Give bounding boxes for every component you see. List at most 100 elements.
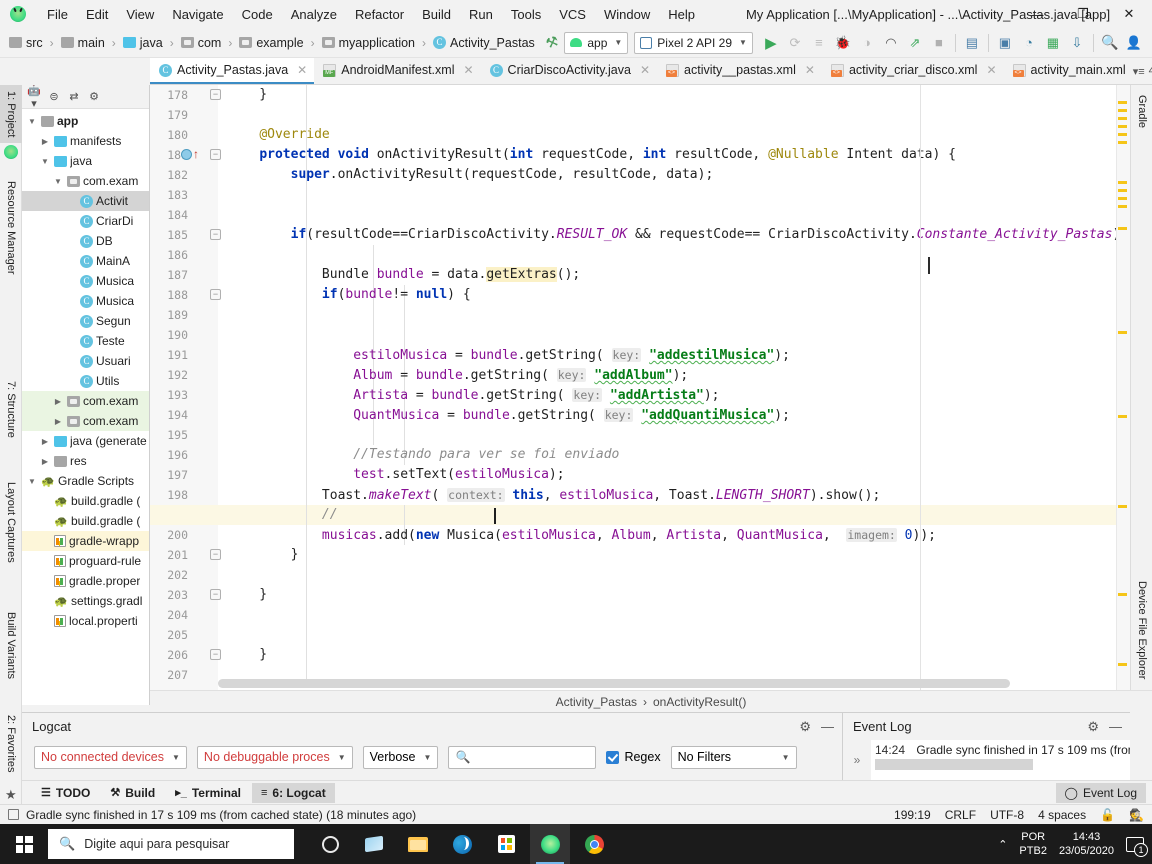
breadcrumb-method[interactable]: onActivityResult(): [653, 695, 746, 709]
close-icon[interactable]: ✕: [297, 63, 307, 77]
collapse-all-icon[interactable]: ⊜: [46, 90, 62, 103]
menu-file[interactable]: File: [38, 3, 77, 26]
edge-icon[interactable]: [442, 824, 482, 864]
override-method-icon[interactable]: [181, 149, 192, 160]
menu-run[interactable]: Run: [460, 3, 502, 26]
line-separator[interactable]: CRLF: [945, 808, 976, 822]
menu-refactor[interactable]: Refactor: [346, 3, 413, 26]
tree-node[interactable]: C CriarDi: [22, 211, 149, 231]
logcat-regex-checkbox[interactable]: Regex: [606, 750, 661, 764]
tree-node[interactable]: C Musica: [22, 271, 149, 291]
tree-node[interactable]: ▶ com.exam: [22, 411, 149, 431]
chevron-right-icon[interactable]: ▶: [39, 457, 51, 466]
close-icon[interactable]: ✕: [805, 63, 815, 77]
settings-icon[interactable]: ⚙: [86, 90, 102, 103]
chevron-down-icon[interactable]: ▼: [26, 117, 38, 126]
tree-node[interactable]: ▼ java: [22, 151, 149, 171]
tree-node[interactable]: ▶ manifests: [22, 131, 149, 151]
breadcrumb-item-example[interactable]: example: [236, 34, 306, 52]
code-line[interactable]: Bundle bundle = data.getExtras();: [228, 265, 580, 285]
apply-code-changes-icon[interactable]: ≡: [807, 31, 831, 55]
clock[interactable]: 14:43 23/05/2020: [1059, 830, 1114, 858]
editor-code-area[interactable]: } @Override protected void onActivityRes…: [150, 85, 1128, 690]
bottom-tab-event-log[interactable]: ◯ Event Log: [1055, 782, 1146, 803]
indent-setting[interactable]: 4 spaces: [1038, 808, 1086, 822]
code-line[interactable]: }: [228, 645, 267, 665]
breadcrumb-item-main[interactable]: main: [58, 34, 108, 52]
chevron-right-icon[interactable]: ▶: [39, 437, 51, 446]
code-line[interactable]: musicas.add(new Musica(estiloMusica, Alb…: [228, 525, 936, 545]
tree-node[interactable]: local.properti: [22, 611, 149, 631]
tree-node[interactable]: C Usuari: [22, 351, 149, 371]
editor-tab-criardiscoactivity-java[interactable]: C CriarDiscoActivity.java ✕: [481, 58, 657, 84]
editor-horizontal-scrollbar[interactable]: [218, 679, 1010, 688]
run-icon[interactable]: ▶: [759, 31, 783, 55]
code-line[interactable]: test.setText(estiloMusica);: [228, 465, 564, 485]
tool-window-favorites[interactable]: 2: Favorites: [0, 705, 22, 783]
stop-icon[interactable]: ■: [927, 31, 951, 55]
breadcrumb-item-activity-pastas[interactable]: C Activity_Pastas: [430, 34, 538, 52]
action-center-icon[interactable]: 1: [1126, 836, 1148, 857]
microsoft-store-icon[interactable]: [486, 824, 526, 864]
minimize-button[interactable]: —: [1014, 0, 1060, 28]
sdk-manager-icon[interactable]: ▤: [960, 31, 984, 55]
breadcrumb-item-java[interactable]: java: [120, 34, 166, 52]
logcat-process-selector[interactable]: No debuggable proces ▼: [196, 745, 353, 769]
gear-icon[interactable]: ⚙: [1087, 719, 1099, 735]
tree-node[interactable]: C Activit: [22, 191, 149, 211]
device-selector[interactable]: Pixel 2 API 29 ▼: [634, 31, 753, 54]
chevron-right-icon[interactable]: ▶: [39, 137, 51, 146]
code-line[interactable]: @Override: [228, 125, 329, 145]
breadcrumb-item-com[interactable]: com: [178, 34, 225, 52]
tree-node[interactable]: ▶ res: [22, 451, 149, 471]
file-explorer-icon[interactable]: [398, 824, 438, 864]
chrome-icon[interactable]: [574, 824, 614, 864]
layout-inspector-icon[interactable]: ◔: [1017, 31, 1041, 55]
tool-window-build-variants[interactable]: Build Variants: [0, 597, 22, 695]
device-file-explorer-icon[interactable]: ▦: [1041, 31, 1065, 55]
file-encoding[interactable]: UTF-8: [990, 808, 1024, 822]
menu-help[interactable]: Help: [659, 3, 704, 26]
tree-node[interactable]: ▶ com.exam: [22, 391, 149, 411]
menu-vcs[interactable]: VCS: [550, 3, 595, 26]
menu-window[interactable]: Window: [595, 3, 659, 26]
sync-gradle-icon[interactable]: ⇩: [1065, 31, 1089, 55]
avd-manager-icon[interactable]: ▣: [993, 31, 1017, 55]
event-log-expand-button[interactable]: »: [843, 740, 871, 780]
tree-node[interactable]: C Musica: [22, 291, 149, 311]
tree-node[interactable]: C DB: [22, 231, 149, 251]
chevron-down-icon[interactable]: ▼: [39, 157, 51, 166]
menu-navigate[interactable]: Navigate: [163, 3, 232, 26]
tree-node[interactable]: 🐢 build.gradle (: [22, 511, 149, 531]
taskbar-search-input[interactable]: 🔍 Digite aqui para pesquisar: [48, 829, 294, 859]
breadcrumb-item-src[interactable]: src: [6, 34, 46, 52]
menu-tools[interactable]: Tools: [502, 3, 550, 26]
android-studio-icon[interactable]: [530, 824, 570, 864]
account-icon[interactable]: 👤: [1122, 31, 1146, 55]
module-selector[interactable]: app ▼: [564, 31, 629, 54]
unlocked-icon[interactable]: 🔓: [1100, 808, 1115, 822]
code-line[interactable]: }: [228, 545, 299, 565]
apply-changes-icon[interactable]: ⟳: [783, 31, 807, 55]
tree-node[interactable]: gradle.proper: [22, 571, 149, 591]
tree-node[interactable]: ▼ 🐢 Gradle Scripts: [22, 471, 149, 491]
code-line[interactable]: }: [228, 585, 267, 605]
tool-window-layout-captures[interactable]: Layout Captures: [0, 467, 22, 577]
tray-expand-icon[interactable]: ⌃: [998, 838, 1007, 851]
tree-node[interactable]: C Teste: [22, 331, 149, 351]
code-line[interactable]: Toast.makeText( context: this, estiloMus…: [228, 485, 880, 505]
menu-analyze[interactable]: Analyze: [282, 3, 346, 26]
task-view-icon[interactable]: [354, 824, 394, 864]
tree-node[interactable]: ▶ java (generate: [22, 431, 149, 451]
bottom-tab-todo[interactable]: ☰ TODO: [32, 783, 99, 803]
code-line[interactable]: }: [228, 85, 267, 105]
tool-window-resource-manager[interactable]: Resource Manager: [0, 167, 22, 289]
logcat-filter-selector[interactable]: No Filters ▼: [670, 745, 797, 769]
minimize-icon[interactable]: —: [1109, 719, 1122, 734]
menu-view[interactable]: View: [117, 3, 163, 26]
logcat-search-input[interactable]: 🔍 Q▾: [448, 745, 597, 769]
code-line[interactable]: estiloMusica = bundle.getString( key: "a…: [228, 345, 790, 365]
code-editor[interactable]: 178 179 180 181 182 183 184 185 186 187 188 189 190 1…: [150, 85, 1128, 690]
tree-node[interactable]: 🐢 build.gradle (: [22, 491, 149, 511]
minimize-icon[interactable]: —: [821, 719, 834, 734]
